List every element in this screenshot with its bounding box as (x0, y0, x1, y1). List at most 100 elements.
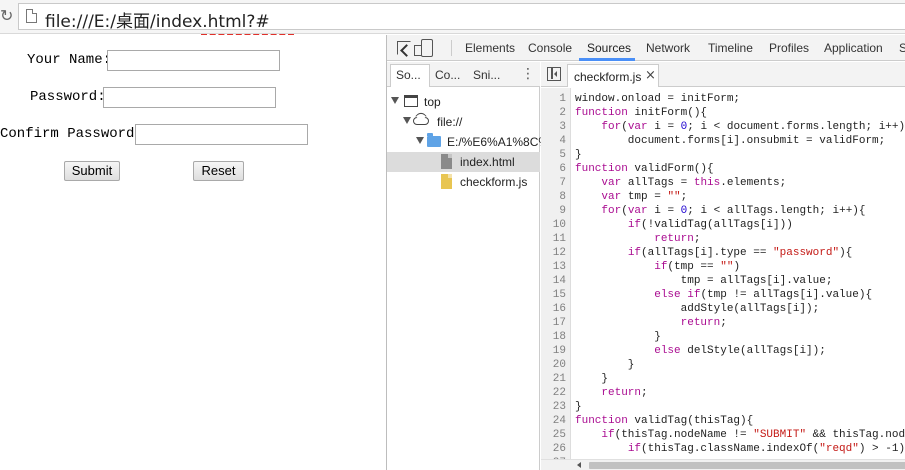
navigator-tab-content-scripts[interactable]: Co... (435, 68, 460, 82)
navigator-tab-sources[interactable]: So... (396, 68, 421, 82)
tree-item-file-origin[interactable]: file:// (387, 112, 540, 132)
tab-sources[interactable]: Sources (587, 41, 631, 55)
expand-arrow-icon[interactable] (391, 97, 399, 104)
line-number[interactable]: 11 (553, 232, 566, 246)
line-number[interactable]: 24 (553, 414, 566, 428)
code-line[interactable]: if(thisTag.nodeName != "SUBMIT" && thisT… (575, 428, 905, 442)
code-line[interactable]: tmp = allTags[i].value; (575, 274, 833, 288)
line-number[interactable]: 19 (553, 344, 566, 358)
reset-button[interactable]: Reset (193, 161, 244, 181)
tree-item-checkform-js[interactable]: checkform.js (387, 172, 540, 192)
line-number[interactable]: 23 (553, 400, 566, 414)
password-label: Password: (30, 89, 106, 105)
scrollbar-thumb[interactable] (589, 462, 905, 469)
code-line[interactable]: for(var i = 0; i < allTags.length; i++){ (575, 204, 865, 218)
line-number[interactable]: 6 (559, 162, 566, 176)
code-line[interactable]: return; (575, 316, 727, 330)
line-number[interactable]: 20 (553, 358, 566, 372)
navigator-pane: So... Co... Sni... ⋮ top file:// E:/%E6%… (387, 62, 549, 470)
line-number[interactable]: 2 (559, 106, 566, 120)
tree-item-label: E:/%E6%A1%8C% (447, 135, 550, 149)
line-number[interactable]: 13 (553, 260, 566, 274)
line-number[interactable]: 3 (559, 120, 566, 134)
reload-icon[interactable]: ↻ (0, 6, 12, 26)
line-number[interactable]: 22 (553, 386, 566, 400)
folder-icon (427, 133, 441, 147)
code-line[interactable]: var tmp = ""; (575, 190, 687, 204)
line-number[interactable]: 7 (559, 176, 566, 190)
editor-tab-label: checkform.js (574, 70, 642, 84)
toggle-navigator-icon[interactable] (547, 67, 561, 81)
line-number[interactable]: 15 (553, 288, 566, 302)
devtools-toolbar: Elements Console Sources Network Timelin… (387, 35, 905, 61)
device-mode-icon[interactable] (414, 39, 433, 57)
code-line[interactable]: function initForm(){ (575, 106, 707, 120)
code-area[interactable]: 1 2 3 4 5 6 7 8 9 10 11 12 13 14 15 16 17 18 19 20 21 22 23 24 2… (541, 88, 905, 460)
tab-security[interactable]: S (899, 41, 905, 55)
tree-item-label: top (424, 95, 441, 109)
code-line[interactable]: if(!validTag(allTags[i])) (575, 218, 793, 232)
expand-arrow-icon[interactable] (416, 137, 424, 144)
code-line[interactable]: function validForm(){ (575, 162, 714, 176)
code-line[interactable]: return; (575, 386, 647, 400)
code-line[interactable]: else delStyle(allTags[i]); (575, 344, 826, 358)
code-line[interactable]: return; (575, 232, 700, 246)
toolbar-separator (451, 40, 452, 56)
line-number[interactable]: 18 (553, 330, 566, 344)
confirm-password-input[interactable] (135, 124, 308, 145)
code-line[interactable]: } (575, 358, 635, 372)
inspect-element-icon[interactable] (397, 41, 411, 55)
tree-item-top[interactable]: top (387, 92, 540, 112)
tab-application[interactable]: Application (824, 41, 883, 55)
tab-profiles[interactable]: Profiles (769, 41, 809, 55)
navigator-tab-snippets[interactable]: Sni... (473, 68, 500, 82)
line-number[interactable]: 12 (553, 246, 566, 260)
code-line[interactable]: window.onload = initForm; (575, 92, 740, 106)
tab-elements[interactable]: Elements (465, 41, 515, 55)
line-number[interactable]: 8 (559, 190, 566, 204)
close-icon[interactable]: × (645, 68, 656, 83)
code-line[interactable]: } (575, 330, 661, 344)
code-line[interactable]: else if(tmp != allTags[i].value){ (575, 288, 872, 302)
code-line[interactable]: if(allTags[i].type == "password"){ (575, 246, 852, 260)
line-number[interactable]: 26 (553, 442, 566, 456)
scroll-left-arrow-icon[interactable] (577, 462, 581, 468)
tree-item-label: file:// (437, 115, 463, 129)
submit-button[interactable]: Submit (64, 161, 120, 181)
line-number[interactable]: 16 (553, 302, 566, 316)
code-line[interactable]: document.forms[i].onsubmit = validForm; (575, 134, 885, 148)
address-bar[interactable]: file:///E:/桌面/index.html?# (18, 3, 905, 37)
editor-tab-checkform[interactable]: checkform.js × (567, 64, 659, 87)
tab-timeline[interactable]: Timeline (708, 41, 753, 55)
code-line[interactable]: for(var i = 0; i < document.forms.length… (575, 120, 905, 134)
code-line[interactable]: if(tmp == "") (575, 260, 740, 274)
horizontal-scrollbar[interactable] (541, 459, 905, 470)
password-input[interactable] (103, 87, 276, 108)
tree-item-index-html[interactable]: index.html (387, 152, 540, 172)
line-number[interactable]: 5 (559, 148, 566, 162)
line-number[interactable]: 25 (553, 428, 566, 442)
code-line[interactable]: } (575, 372, 608, 386)
expand-arrow-icon[interactable] (403, 117, 411, 124)
line-number[interactable]: 10 (553, 218, 566, 232)
line-number[interactable]: 17 (553, 316, 566, 330)
code-line[interactable]: } (575, 148, 582, 162)
code-line[interactable]: } (575, 400, 582, 414)
navigator-tabs: So... Co... Sni... ⋮ (387, 62, 540, 87)
tab-console[interactable]: Console (528, 41, 572, 55)
more-options-icon[interactable]: ⋮ (521, 66, 535, 82)
name-input[interactable] (107, 50, 280, 71)
editor-tabs: checkform.js × (541, 62, 905, 87)
code-line[interactable]: var allTags = this.elements; (575, 176, 786, 190)
tab-network[interactable]: Network (646, 41, 690, 55)
code-line[interactable]: function validTag(thisTag){ (575, 414, 753, 428)
line-number[interactable]: 9 (559, 204, 566, 218)
code-line[interactable]: addStyle(allTags[i]); (575, 302, 820, 316)
tree-item-folder[interactable]: E:/%E6%A1%8C% (387, 132, 549, 152)
line-number[interactable]: 1 (559, 92, 566, 106)
url-text[interactable]: file:///E:/桌面/index.html?# (45, 7, 270, 32)
line-number[interactable]: 4 (559, 134, 566, 148)
line-number[interactable]: 14 (553, 274, 566, 288)
code-line[interactable]: if(thisTag.className.indexOf("reqd") > -… (575, 442, 905, 456)
line-number[interactable]: 21 (553, 372, 566, 386)
